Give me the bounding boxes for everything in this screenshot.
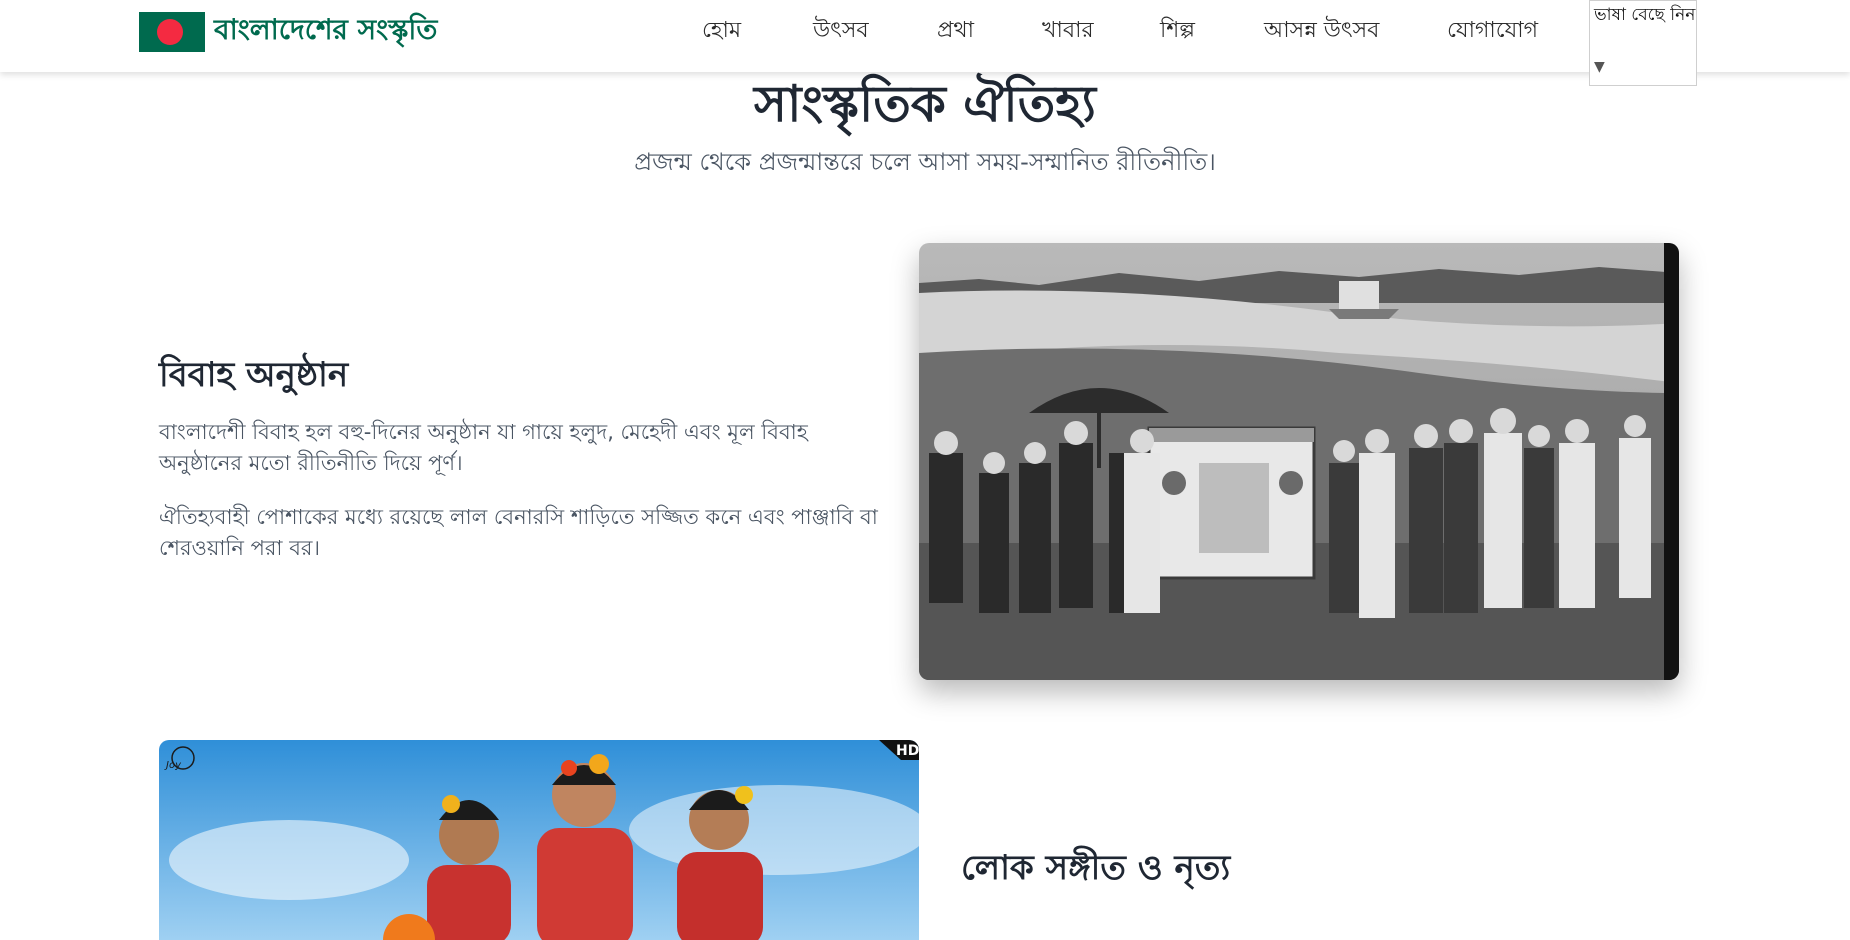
- bangladesh-flag-logo[interactable]: [139, 12, 205, 52]
- wedding-procession-photo: [919, 243, 1679, 680]
- wedding-card-paragraph-2: ঐতিহ্যবাহী পোশাকের মধ্যে রয়েছে লাল বেনা…: [159, 505, 878, 560]
- nav-food[interactable]: খাবার: [1042, 14, 1094, 48]
- nav-festivals[interactable]: উৎসব: [813, 14, 869, 48]
- nav-home[interactable]: হোম: [702, 14, 741, 48]
- nav-upcoming-festivals[interactable]: আসন্ন উৎসব: [1264, 14, 1379, 48]
- wedding-card-paragraph-1: বাংলাদেশী বিবাহ হল বহু-দিনের অনুষ্ঠান যা…: [159, 420, 808, 475]
- folk-dance-photo: HD Joy: [159, 740, 919, 940]
- folk-card-title: লোক সঙ্গীত ও নৃত্য: [961, 848, 1231, 888]
- section-title: সাংস্কৃতিক ঐতিহ্য: [753, 75, 1097, 133]
- nav-art[interactable]: শিল্প: [1160, 14, 1195, 48]
- nav-contact[interactable]: যোগাযোগ: [1447, 14, 1538, 48]
- language-select[interactable]: ভাষা বেছে নিন ▼: [1589, 0, 1697, 86]
- top-navbar: বাংলাদেশের সংস্কৃতি হোম উৎসব প্রথা খাবার…: [0, 0, 1850, 86]
- section-subtitle: প্রজন্ম থেকে প্রজন্মান্তরে চলে আসা সময়-…: [634, 148, 1216, 176]
- flag-red-disc: [157, 19, 183, 45]
- hd-badge: HD: [896, 743, 919, 759]
- channel-watermark: Joy: [164, 760, 182, 771]
- wedding-card-title: বিবাহ অনুষ্ঠান: [159, 355, 349, 395]
- brand-title[interactable]: বাংলাদেশের সংস্কৃতি: [214, 10, 437, 50]
- nav-customs[interactable]: প্রথা: [937, 14, 974, 48]
- chevron-down-icon: ▼: [1594, 59, 1605, 75]
- language-select-label: ভাষা বেছে নিন: [1594, 5, 1696, 25]
